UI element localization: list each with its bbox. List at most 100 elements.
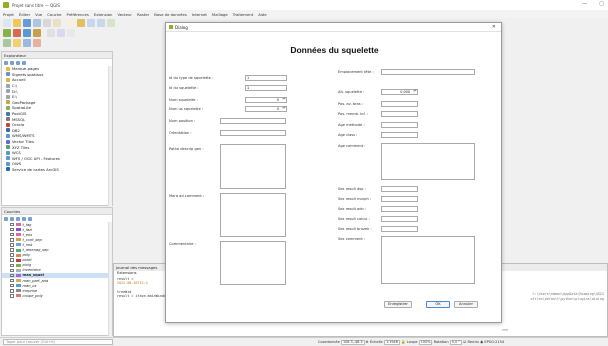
save-as-icon[interactable] xyxy=(33,19,41,27)
add-group-icon[interactable] xyxy=(10,216,14,221)
select-icon[interactable] xyxy=(13,39,21,47)
menu-item[interactable]: Extension xyxy=(94,12,113,17)
maximize-button[interactable]: ▢ xyxy=(599,1,604,7)
menu-item[interactable]: Vecteur xyxy=(117,12,132,17)
digitize-icon[interactable] xyxy=(57,29,65,37)
expand-all-icon[interactable] xyxy=(22,216,26,221)
menu-item[interactable]: Vue xyxy=(35,12,42,17)
layer-visibility-checkbox[interactable] xyxy=(10,238,14,242)
node-tool-icon[interactable] xyxy=(67,29,75,37)
layer-visibility-checkbox[interactable] xyxy=(10,253,14,257)
sex-dsp-input[interactable] xyxy=(381,186,418,192)
layer-visibility-checkbox[interactable] xyxy=(10,263,14,268)
lock-icon[interactable]: 🔒 xyxy=(401,340,405,344)
layer-visibility-checkbox[interactable] xyxy=(10,232,14,237)
remove-layer-icon[interactable] xyxy=(28,216,32,221)
menu-item[interactable]: Maillage xyxy=(212,12,228,17)
layer-visibility-checkbox[interactable] xyxy=(10,268,14,273)
age-comment-textarea[interactable] xyxy=(381,143,475,180)
save-project-icon[interactable] xyxy=(23,19,31,27)
style-icon[interactable] xyxy=(4,216,8,221)
sex-bruzek-input[interactable] xyxy=(381,226,418,232)
pan-icon[interactable] xyxy=(67,19,75,27)
commentaire-textarea[interactable] xyxy=(220,241,286,285)
sex-comment-textarea[interactable] xyxy=(381,236,475,284)
coordinate-field[interactable]: 108.3,-48.3 xyxy=(340,339,365,345)
magnifier-field[interactable]: 100% xyxy=(418,339,433,345)
sex-morph-input[interactable] xyxy=(381,196,418,202)
marq-comment-textarea[interactable] xyxy=(220,193,286,237)
save-button[interactable]: Enregistrer xyxy=(384,301,412,308)
id-type-input[interactable]: 1 xyxy=(245,75,287,81)
ok-button[interactable]: OK xyxy=(426,301,450,308)
zoom-full-icon[interactable] xyxy=(107,19,115,27)
browser-scrollbar[interactable] xyxy=(108,66,112,206)
identify-icon[interactable] xyxy=(23,39,31,47)
layer-visibility-checkbox[interactable] xyxy=(10,258,14,262)
menu-item[interactable]: Couche xyxy=(47,12,61,17)
age-methode-input[interactable] xyxy=(381,122,418,128)
menu-item[interactable]: Éditer xyxy=(19,12,30,17)
orientation-input[interactable] xyxy=(220,130,286,136)
menu-item[interactable]: Base de données xyxy=(154,12,187,17)
layer-visibility-checkbox[interactable] xyxy=(10,278,14,283)
edit-toggle-icon[interactable] xyxy=(47,29,55,37)
menu-item[interactable]: Aide xyxy=(258,12,266,17)
sex-calcul-input[interactable] xyxy=(381,216,418,222)
sex-adn-input[interactable] xyxy=(381,206,418,212)
layer-visibility-checkbox[interactable] xyxy=(10,283,14,288)
refresh-icon[interactable] xyxy=(4,60,8,65)
dialog-close-button[interactable]: ✕ xyxy=(492,24,496,30)
render-checkbox-icon[interactable]: ☑ xyxy=(463,340,466,344)
minimize-button[interactable]: — xyxy=(582,1,587,7)
alt-squelette-spinbox[interactable]: 0,000 xyxy=(381,89,418,95)
pos-memb-input[interactable] xyxy=(381,111,418,117)
python-prompt[interactable]: >>> xyxy=(499,328,508,332)
locator-search-input[interactable]: Taper pour trouver (Ctrl+K) xyxy=(3,339,113,345)
layer-visibility-checkbox[interactable] xyxy=(10,294,14,298)
menu-item[interactable]: Traitement xyxy=(233,12,253,17)
add-csv-icon[interactable] xyxy=(33,29,41,37)
filter-layers-icon[interactable] xyxy=(16,216,20,221)
patho-textarea[interactable] xyxy=(220,144,286,189)
add-layer-icon[interactable] xyxy=(10,60,14,65)
field-calc-icon[interactable] xyxy=(3,39,11,47)
menu-item[interactable]: Projet xyxy=(3,12,14,17)
crs-label[interactable]: EPSG:2154 xyxy=(484,340,504,344)
layers-scrollbar[interactable] xyxy=(108,222,112,336)
num-squelette-spinbox[interactable]: 0 xyxy=(245,97,287,103)
collapse-icon[interactable] xyxy=(22,60,26,65)
layer-visibility-checkbox[interactable] xyxy=(10,248,14,252)
zoom-out-icon[interactable] xyxy=(97,19,105,27)
add-raster-icon[interactable] xyxy=(13,29,21,37)
rotation-field[interactable]: 0,0 ° xyxy=(449,339,462,345)
crs-globe-icon[interactable]: ◉ xyxy=(480,340,483,344)
pos-bras-input[interactable] xyxy=(381,101,418,107)
num-position-input[interactable] xyxy=(220,118,286,124)
layout-manager-icon[interactable] xyxy=(53,19,61,27)
cancel-button[interactable]: Annuler xyxy=(454,301,478,308)
layer-item[interactable]: coupe_poly xyxy=(2,293,112,298)
layer-visibility-checkbox[interactable] xyxy=(10,222,14,227)
layer-visibility-checkbox[interactable] xyxy=(10,289,14,293)
add-wms-icon[interactable] xyxy=(23,29,31,37)
measure-icon[interactable] xyxy=(33,39,41,47)
menu-item[interactable]: Raster xyxy=(137,12,149,17)
emplacement-tete-input[interactable] xyxy=(381,69,475,75)
menu-item[interactable]: Internet xyxy=(192,12,207,17)
layer-visibility-checkbox[interactable] xyxy=(10,243,14,247)
layer-visibility-checkbox[interactable]: ✓ xyxy=(10,273,14,278)
menu-item[interactable]: Préférences xyxy=(66,12,88,17)
pan-to-selection-icon[interactable] xyxy=(77,19,85,27)
print-layout-icon[interactable] xyxy=(43,19,51,27)
age-class-input[interactable] xyxy=(381,132,418,138)
browser-item[interactable]: Service de cartes ArcGIS xyxy=(6,167,112,173)
num-us-spinbox[interactable]: 0 xyxy=(245,106,287,112)
zoom-in-icon[interactable] xyxy=(87,19,95,27)
id-squelette-input[interactable]: 1 xyxy=(245,85,287,91)
layer-visibility-checkbox[interactable] xyxy=(10,227,14,232)
open-project-icon[interactable] xyxy=(13,19,21,27)
toggle-extent-icon[interactable]: ⊕ xyxy=(366,340,369,344)
new-project-icon[interactable] xyxy=(3,19,11,27)
scale-field[interactable]: 1:1946 xyxy=(383,339,400,345)
